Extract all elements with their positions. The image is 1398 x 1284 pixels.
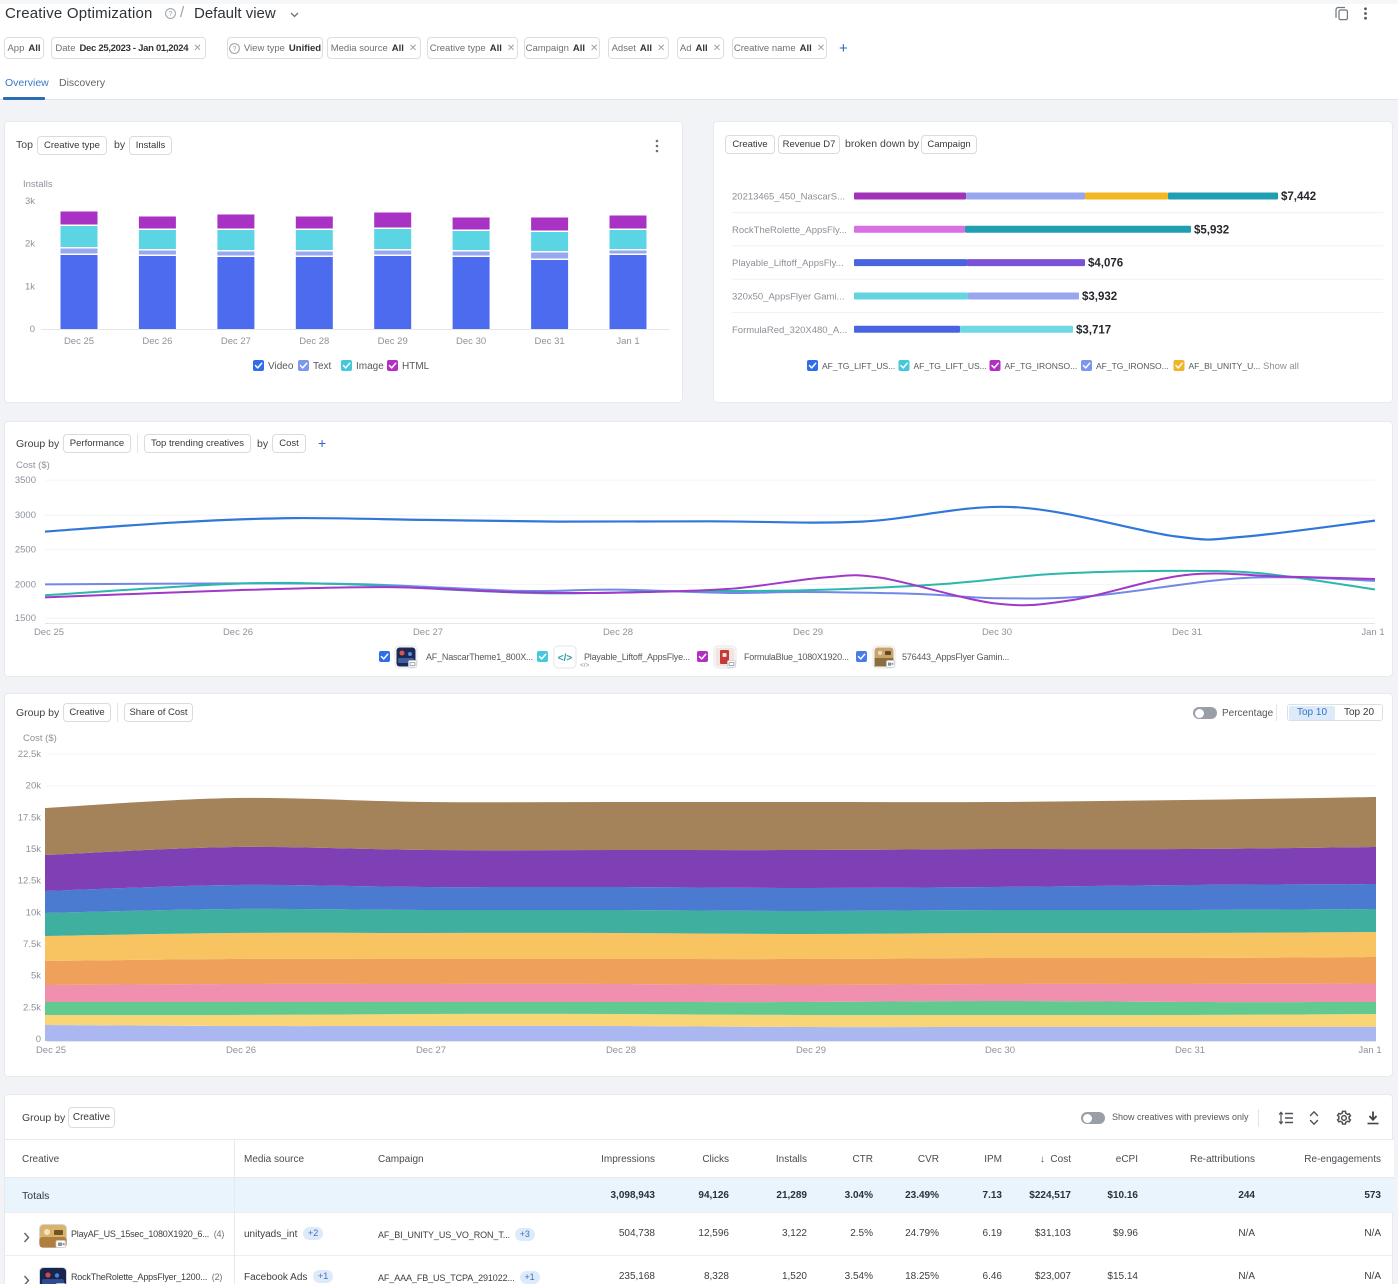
svg-text:RockTheRolette_AppsFly...: RockTheRolette_AppsFly... xyxy=(732,225,847,236)
svg-text:$3,932: $3,932 xyxy=(1082,291,1117,303)
svg-text:20k: 20k xyxy=(26,781,42,792)
svg-text:Dec 27: Dec 27 xyxy=(416,1045,446,1056)
svg-text:12.5k: 12.5k xyxy=(18,876,41,887)
svg-text:Dec 27: Dec 27 xyxy=(413,627,443,638)
svg-text:7.5k: 7.5k xyxy=(23,939,41,950)
svg-text:AF_TG_IRONSO...: AF_TG_IRONSO... xyxy=(1005,361,1078,371)
svg-text:AF_BI_UNITY_U...: AF_BI_UNITY_U... xyxy=(1189,361,1261,371)
svg-text:Dec 26: Dec 26 xyxy=(142,336,172,347)
svg-text:Dec 31: Dec 31 xyxy=(1175,1045,1205,1056)
svg-text:Dec 28: Dec 28 xyxy=(603,627,633,638)
svg-text:Dec 25: Dec 25 xyxy=(36,1045,66,1056)
svg-text:15k: 15k xyxy=(26,844,42,855)
svg-text:2.5k: 2.5k xyxy=(23,1002,41,1013)
svg-text:AF_TG_LIFT_US...: AF_TG_LIFT_US... xyxy=(914,361,987,371)
svg-text:Dec 31: Dec 31 xyxy=(535,336,565,347)
svg-text:10k: 10k xyxy=(26,907,42,918)
svg-text:Cost ($): Cost ($) xyxy=(16,460,50,471)
svg-text:0: 0 xyxy=(30,324,35,335)
svg-text:$7,442: $7,442 xyxy=(1281,191,1316,203)
svg-text:Playable_Liftoff_AppsFly...: Playable_Liftoff_AppsFly... xyxy=(732,258,844,269)
svg-text:2500: 2500 xyxy=(15,545,36,556)
svg-text:Show all: Show all xyxy=(1263,361,1299,372)
svg-text:</>: </> xyxy=(558,653,573,664)
svg-text:Dec 30: Dec 30 xyxy=(982,627,1012,638)
svg-text:5k: 5k xyxy=(31,971,41,982)
svg-text:Dec 28: Dec 28 xyxy=(299,336,329,347)
svg-text:Jan 1: Jan 1 xyxy=(1361,627,1384,638)
svg-text:Dec 28: Dec 28 xyxy=(606,1045,636,1056)
svg-text:1500: 1500 xyxy=(15,613,36,624)
svg-text:AF_NascarTheme1_800X...: AF_NascarTheme1_800X... xyxy=(426,652,533,662)
svg-text:FormulaBlue_1080X1920...: FormulaBlue_1080X1920... xyxy=(744,652,849,662)
svg-text:$5,932: $5,932 xyxy=(1194,224,1229,236)
svg-text:Dec 29: Dec 29 xyxy=(378,336,408,347)
svg-text:17.5k: 17.5k xyxy=(18,812,41,823)
svg-text:Dec 27: Dec 27 xyxy=(221,336,251,347)
svg-text:$4,076: $4,076 xyxy=(1088,258,1123,270)
svg-text:20213465_450_NascarS...: 20213465_450_NascarS... xyxy=(732,192,845,203)
svg-text:1k: 1k xyxy=(25,281,35,292)
svg-text:22.5k: 22.5k xyxy=(18,749,41,760)
svg-text:Playable_Liftoff_AppsFlye...: Playable_Liftoff_AppsFlye... xyxy=(584,652,690,662)
svg-text:Jan 1: Jan 1 xyxy=(1358,1045,1381,1056)
svg-text:Dec 26: Dec 26 xyxy=(223,627,253,638)
svg-text:Dec 25: Dec 25 xyxy=(64,336,94,347)
svg-text:?: ? xyxy=(169,11,173,18)
svg-text:Dec 30: Dec 30 xyxy=(456,336,486,347)
svg-text:Installs: Installs xyxy=(23,179,53,190)
svg-text:0: 0 xyxy=(36,1034,41,1045)
svg-text:2000: 2000 xyxy=(15,579,36,590)
svg-text:Jan 1: Jan 1 xyxy=(616,336,639,347)
svg-text:Text: Text xyxy=(313,361,332,372)
svg-text:Dec 25: Dec 25 xyxy=(34,627,64,638)
svg-text:576443_AppsFlyer Gamin...: 576443_AppsFlyer Gamin... xyxy=(902,652,1009,662)
svg-text:FormulaRed_320X480_A...: FormulaRed_320X480_A... xyxy=(732,325,847,336)
svg-text:?: ? xyxy=(232,46,236,53)
svg-text:Dec 29: Dec 29 xyxy=(796,1045,826,1056)
svg-text:</>: </> xyxy=(580,662,590,669)
svg-text:AF_TG_LIFT_US...: AF_TG_LIFT_US... xyxy=(822,361,895,371)
svg-text:Image: Image xyxy=(356,361,384,372)
svg-text:Dec 30: Dec 30 xyxy=(985,1045,1015,1056)
svg-text:Dec 31: Dec 31 xyxy=(1172,627,1202,638)
svg-text:3k: 3k xyxy=(25,196,35,207)
svg-text:2k: 2k xyxy=(25,239,35,250)
svg-text:Cost ($): Cost ($) xyxy=(23,733,57,744)
svg-text:Dec 29: Dec 29 xyxy=(793,627,823,638)
svg-text:Video: Video xyxy=(268,361,294,372)
svg-text:$3,717: $3,717 xyxy=(1076,324,1111,336)
svg-text:HTML: HTML xyxy=(402,361,430,372)
svg-text:3000: 3000 xyxy=(15,510,36,521)
svg-text:320x50_AppsFlyer Gami...: 320x50_AppsFlyer Gami... xyxy=(732,292,844,303)
svg-text:AF_TG_IRONSO...: AF_TG_IRONSO... xyxy=(1096,361,1169,371)
svg-text:3500: 3500 xyxy=(15,475,36,486)
svg-text:Dec 26: Dec 26 xyxy=(226,1045,256,1056)
